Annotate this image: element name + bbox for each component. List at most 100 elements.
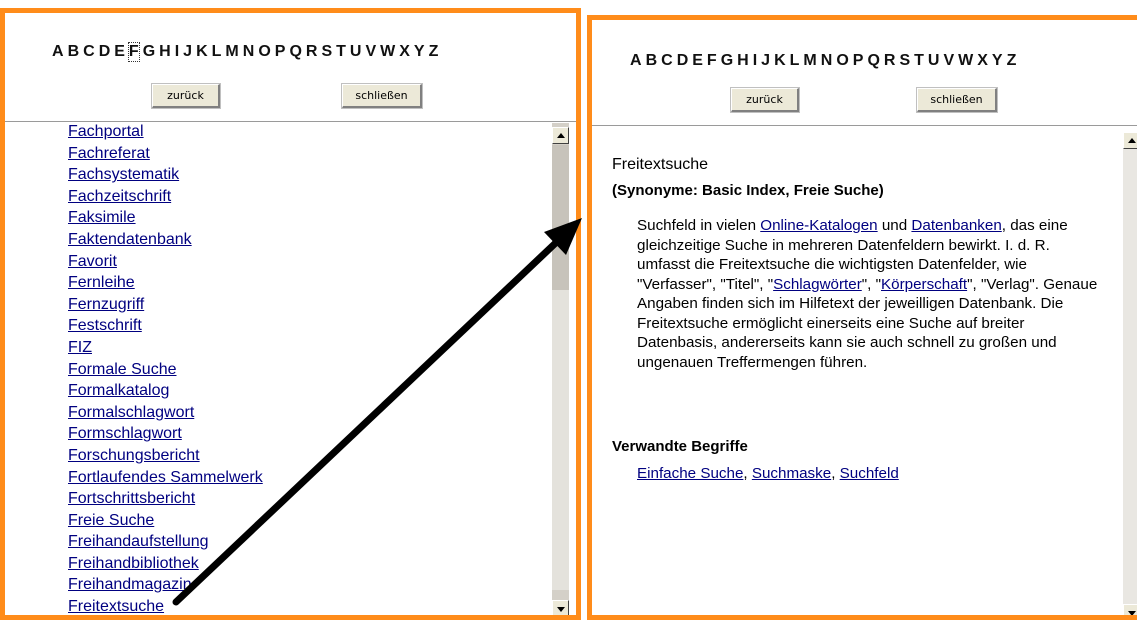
- letter-link-w[interactable]: W: [380, 43, 395, 61]
- term-link[interactable]: Fortlaufendes Sammelwerk: [68, 469, 263, 486]
- term-link[interactable]: Formale Suche: [68, 361, 177, 378]
- term-link[interactable]: Freihandmagazin: [68, 576, 192, 593]
- back-button[interactable]: zurück: [151, 83, 221, 109]
- letter-link-i[interactable]: I: [753, 52, 757, 70]
- letter-link-i[interactable]: I: [175, 43, 179, 61]
- term-link[interactable]: Freihandaufstellung: [68, 533, 209, 550]
- term-link[interactable]: Fachreferat: [68, 145, 150, 162]
- letter-link-h[interactable]: H: [159, 43, 171, 61]
- letter-link-e[interactable]: E: [114, 43, 125, 61]
- list-item: Fernzugriff: [68, 294, 263, 316]
- letter-link-c[interactable]: C: [83, 43, 95, 61]
- list-item: Fachportal: [68, 121, 263, 143]
- letter-link-g[interactable]: G: [143, 43, 155, 61]
- vertical-scrollbar[interactable]: [1123, 132, 1137, 615]
- letter-link-x[interactable]: X: [977, 52, 988, 70]
- letter-link-k[interactable]: K: [774, 52, 786, 70]
- letter-link-g[interactable]: G: [721, 52, 733, 70]
- term-link[interactable]: Faksimile: [68, 209, 136, 226]
- scroll-down-button[interactable]: [1123, 604, 1137, 615]
- letter-link-o[interactable]: O: [836, 52, 848, 70]
- letter-link-v[interactable]: V: [365, 43, 376, 61]
- term-link[interactable]: Freitextsuche: [68, 598, 164, 615]
- term-link[interactable]: Fortschrittsbericht: [68, 490, 195, 507]
- term-link[interactable]: Formalkatalog: [68, 382, 169, 399]
- term-link[interactable]: Festschrift: [68, 317, 142, 334]
- term-link[interactable]: Fachportal: [68, 123, 144, 140]
- related-term-link[interactable]: Suchmaske: [752, 465, 831, 482]
- term-link[interactable]: Fachsystematik: [68, 166, 179, 183]
- letter-link-q[interactable]: Q: [289, 43, 301, 61]
- list-item: Faksimile: [68, 207, 263, 229]
- letter-link-q[interactable]: Q: [867, 52, 879, 70]
- letter-link-z[interactable]: Z: [1007, 52, 1017, 70]
- letter-link-z[interactable]: Z: [429, 43, 439, 61]
- letter-link-r[interactable]: R: [884, 52, 896, 70]
- letter-link-f[interactable]: F: [707, 52, 717, 70]
- letter-link-p[interactable]: P: [275, 43, 286, 61]
- scrollbar-thumb[interactable]: [552, 145, 569, 290]
- term-link[interactable]: Freihandbibliothek: [68, 555, 199, 572]
- letter-link-s[interactable]: S: [899, 52, 910, 70]
- letter-link-k[interactable]: K: [196, 43, 208, 61]
- link-online-katalogen[interactable]: Online-Katalogen: [760, 217, 877, 234]
- term-link[interactable]: Forschungsbericht: [68, 447, 200, 464]
- letter-link-j[interactable]: J: [761, 52, 770, 70]
- link-datenbanken[interactable]: Datenbanken: [911, 217, 1001, 234]
- scroll-down-button[interactable]: [552, 600, 569, 615]
- letter-link-w[interactable]: W: [958, 52, 973, 70]
- letter-link-t[interactable]: T: [914, 52, 924, 70]
- letter-link-m[interactable]: M: [225, 43, 238, 61]
- letter-link-y[interactable]: Y: [414, 43, 425, 61]
- letter-link-x[interactable]: X: [399, 43, 410, 61]
- letter-link-e[interactable]: E: [692, 52, 703, 70]
- term-link[interactable]: FIZ: [68, 339, 92, 356]
- letter-link-v[interactable]: V: [943, 52, 954, 70]
- letter-link-d[interactable]: D: [99, 43, 111, 61]
- letter-link-l[interactable]: L: [790, 52, 800, 70]
- letter-link-o[interactable]: O: [258, 43, 270, 61]
- term-link[interactable]: Favorit: [68, 253, 117, 270]
- link-koerperschaft[interactable]: Körperschaft: [881, 276, 967, 293]
- letter-link-j[interactable]: J: [183, 43, 192, 61]
- term-link[interactable]: Faktendatenbank: [68, 231, 192, 248]
- scroll-up-button[interactable]: [1123, 132, 1137, 149]
- letter-link-d[interactable]: D: [677, 52, 689, 70]
- letter-link-u[interactable]: U: [928, 52, 940, 70]
- letter-link-c[interactable]: C: [661, 52, 673, 70]
- term-link[interactable]: Fernzugriff: [68, 296, 144, 313]
- scrollbar-track[interactable]: [552, 290, 569, 590]
- term-link[interactable]: Fernleihe: [68, 274, 135, 291]
- term-link[interactable]: Freie Suche: [68, 512, 154, 529]
- list-item: Formschlagwort: [68, 423, 263, 445]
- letter-link-f[interactable]: F: [127, 42, 140, 62]
- letter-link-s[interactable]: S: [321, 43, 332, 61]
- close-button[interactable]: schließen: [916, 87, 998, 113]
- related-term-link[interactable]: Suchfeld: [840, 465, 899, 482]
- letter-link-p[interactable]: P: [853, 52, 864, 70]
- letter-link-u[interactable]: U: [350, 43, 362, 61]
- letter-link-a[interactable]: A: [52, 43, 64, 61]
- letter-link-h[interactable]: H: [737, 52, 749, 70]
- letter-link-r[interactable]: R: [306, 43, 318, 61]
- term-link[interactable]: Formalschlagwort: [68, 404, 194, 421]
- vertical-scrollbar[interactable]: [552, 123, 569, 615]
- letter-link-l[interactable]: L: [212, 43, 222, 61]
- letter-link-t[interactable]: T: [336, 43, 346, 61]
- letter-link-y[interactable]: Y: [992, 52, 1003, 70]
- arrow-down-icon: [557, 607, 565, 612]
- letter-link-b[interactable]: B: [646, 52, 658, 70]
- scroll-up-button[interactable]: [552, 127, 569, 144]
- list-item: Fachreferat: [68, 143, 263, 165]
- letter-link-a[interactable]: A: [630, 52, 642, 70]
- back-button[interactable]: zurück: [730, 87, 800, 113]
- term-link[interactable]: Formschlagwort: [68, 425, 182, 442]
- letter-link-n[interactable]: N: [243, 43, 255, 61]
- letter-link-n[interactable]: N: [821, 52, 833, 70]
- related-term-link[interactable]: Einfache Suche: [637, 465, 743, 482]
- term-link[interactable]: Fachzeitschrift: [68, 188, 171, 205]
- close-button[interactable]: schließen: [341, 83, 423, 109]
- letter-link-m[interactable]: M: [803, 52, 816, 70]
- link-schlagwoerter[interactable]: Schlagwörter: [773, 276, 862, 293]
- letter-link-b[interactable]: B: [68, 43, 80, 61]
